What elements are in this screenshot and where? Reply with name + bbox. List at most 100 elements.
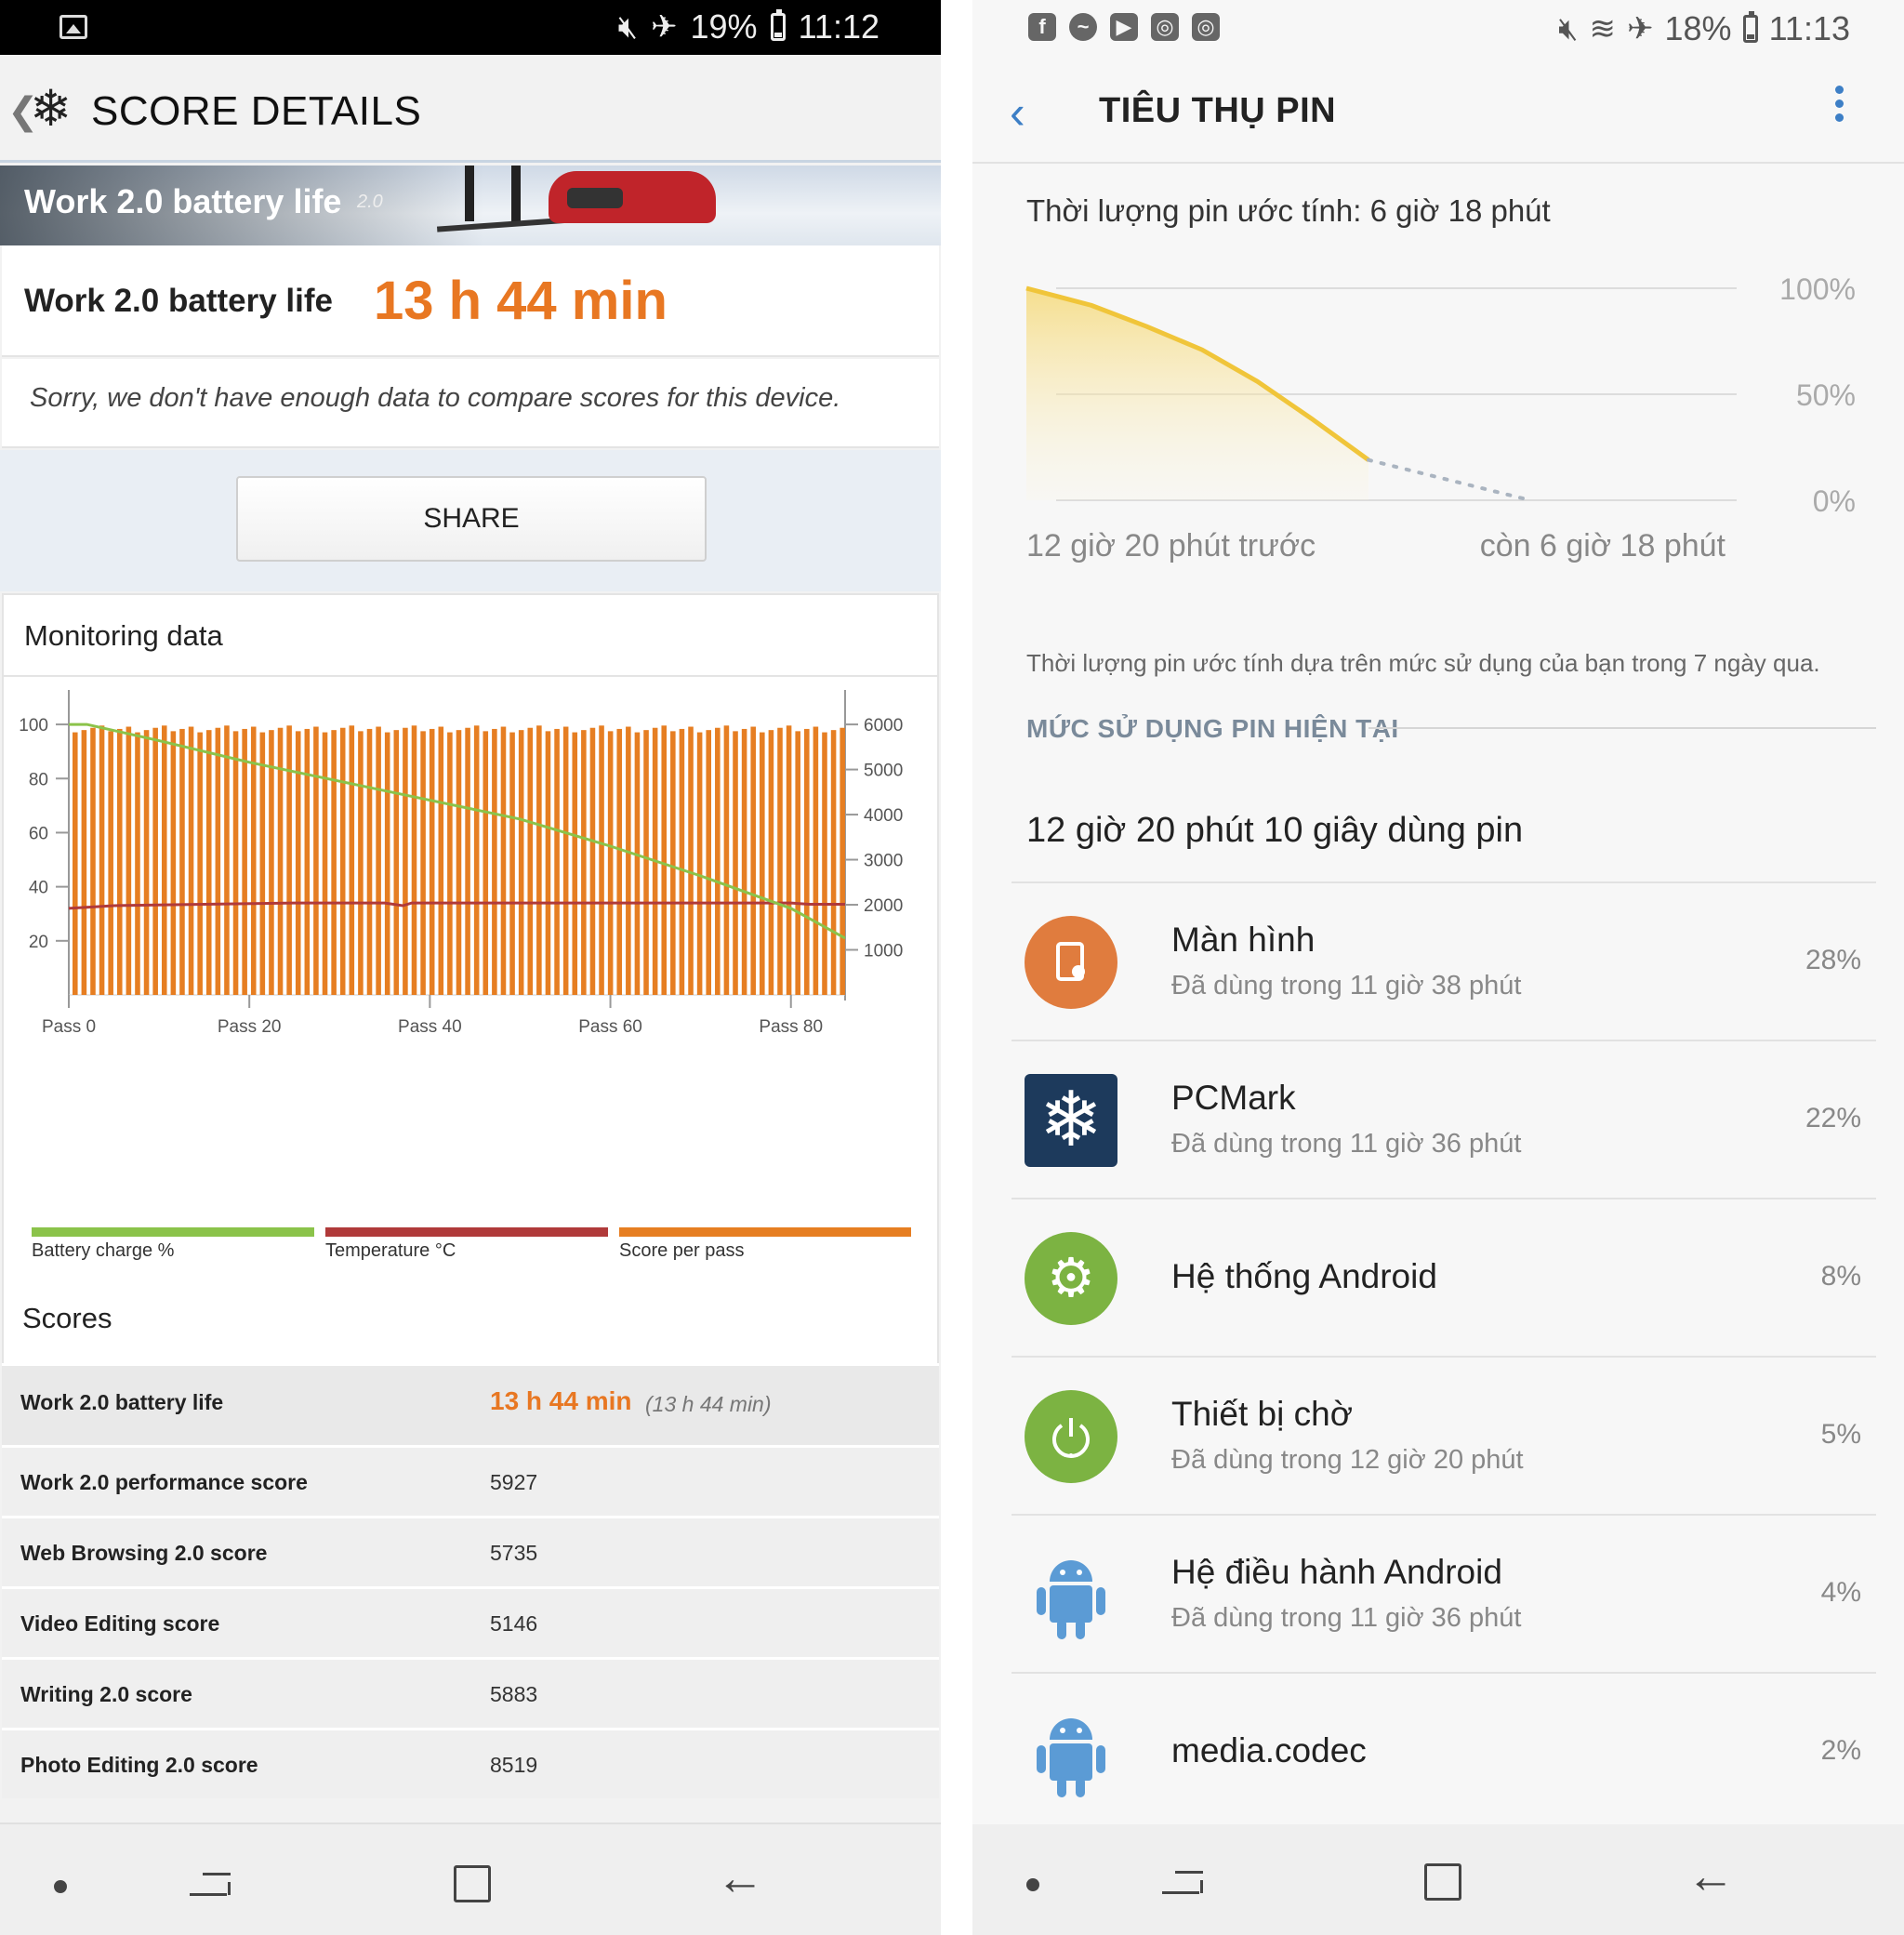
list-item-screen[interactable]: Màn hình Đã dùng trong 11 giờ 38 phút 28… <box>1012 883 1876 1041</box>
y-right-tick-label: 1000 <box>864 942 903 961</box>
page-title: SCORE DETAILS <box>91 88 422 134</box>
score-bar <box>822 732 827 995</box>
table-row: Video Editing score 5146 <box>2 1586 939 1657</box>
result-value: 13 h 44 min <box>374 271 668 331</box>
app-bar: ❮ ❄ SCORE DETAILS <box>0 55 941 163</box>
score-bar <box>616 728 623 995</box>
y-right-tick-label: 3000 <box>864 852 903 871</box>
legend-battery-swatch <box>32 1227 314 1237</box>
score-bar <box>188 726 194 995</box>
score-bar <box>339 727 346 995</box>
legend-score-swatch <box>619 1227 911 1237</box>
score-name: Work 2.0 performance score <box>20 1470 308 1494</box>
app-name: PCMark <box>1171 1079 1296 1117</box>
score-bar <box>634 732 641 995</box>
score-bar <box>733 731 738 995</box>
score-name: Writing 2.0 score <box>20 1682 192 1706</box>
y-right-tick-label: 2000 <box>864 896 903 916</box>
pcmark-icon: ❄ <box>1025 1074 1117 1167</box>
section-divider <box>1368 727 1876 729</box>
app-name: Hệ thống Android <box>1171 1257 1437 1295</box>
score-name: Photo Editing 2.0 score <box>20 1753 258 1777</box>
score-bar <box>741 728 747 995</box>
battery-icon <box>1742 11 1758 43</box>
back-chevron-icon[interactable]: ‹ <box>1010 86 1025 139</box>
score-bar <box>313 726 319 995</box>
y-right-tick-label: 4000 <box>864 806 903 826</box>
compare-message-text: Sorry, we don't have enough data to comp… <box>30 383 841 413</box>
gear-icon: ⚙ <box>1025 1232 1117 1325</box>
score-bar <box>786 725 792 995</box>
list-item-media-codec[interactable]: media.codec 2% <box>1012 1674 1876 1832</box>
home-icon[interactable] <box>1424 1863 1461 1901</box>
app-name: Hệ điều hành Android <box>1171 1553 1502 1591</box>
score-bar <box>99 725 105 995</box>
score-bar <box>643 730 649 995</box>
x-tick-label: Pass 40 <box>398 1017 462 1037</box>
score-bar <box>81 730 87 995</box>
score-bar <box>438 726 444 995</box>
score-bar <box>581 730 587 995</box>
score-bar <box>170 731 177 995</box>
result-card: Work 2.0 battery life 13 h 44 min <box>2 245 939 357</box>
score-bar <box>473 725 480 995</box>
more-options-icon[interactable] <box>1835 86 1846 127</box>
banner-sled-image <box>549 171 716 223</box>
share-button[interactable]: SHARE <box>236 476 707 562</box>
compare-message: Sorry, we don't have enough data to comp… <box>2 359 939 448</box>
back-arrow-icon[interactable]: ← <box>716 1850 764 1906</box>
score-name: Work 2.0 battery life <box>20 1390 224 1414</box>
score-bar <box>143 730 150 995</box>
score-value: 13 h 44 min <box>490 1386 632 1415</box>
app-bar: ‹ TIÊU THỤ PIN <box>972 58 1904 164</box>
nav-dot-icon[interactable] <box>1026 1878 1039 1891</box>
nav-bar: ← <box>972 1824 1904 1935</box>
battery-percent: 19% <box>690 7 758 46</box>
x-tick-label: Pass 80 <box>759 1017 823 1037</box>
monitoring-chart: 20 40 60 80 100 1000 2000 3000 4000 5000 6000 Pass … <box>19 690 903 1037</box>
screenshot-divider <box>941 0 972 1935</box>
wifi-icon: ≋ <box>1589 11 1617 46</box>
score-bar <box>830 730 837 995</box>
score-bar <box>73 732 78 995</box>
list-item-android-system[interactable]: ⚙ Hệ thống Android 8% <box>1012 1199 1876 1358</box>
gallery-notification-icon <box>60 15 87 39</box>
score-bar <box>197 732 203 995</box>
android-icon <box>1025 1548 1117 1641</box>
monitoring-title: Monitoring data <box>24 619 223 652</box>
score-extra: (13 h 44 min) <box>645 1392 772 1416</box>
score-bar <box>376 726 381 995</box>
score-bar <box>715 727 721 995</box>
battery-estimate: Thời lượng pin ước tính: 6 giờ 18 phút <box>1026 193 1551 228</box>
legend-score: Score per pass <box>619 1227 911 1270</box>
page-title: TIÊU THỤ PIN <box>1099 91 1337 130</box>
nav-dot-icon[interactable] <box>54 1880 67 1893</box>
y-right-tick-label: 5000 <box>864 762 903 781</box>
score-bar <box>760 732 765 995</box>
back-arrow-icon[interactable]: ← <box>1686 1849 1735 1904</box>
recent-apps-icon[interactable] <box>1162 1863 1203 1904</box>
list-item-device-idle[interactable]: Thiết bị chờ Đã dùng trong 12 giờ 20 phú… <box>1012 1358 1876 1516</box>
nav-bar: ← <box>0 1822 941 1935</box>
list-item-android-os[interactable]: Hệ điều hành Android Đã dùng trong 11 gi… <box>1012 1516 1876 1674</box>
scores-table: Work 2.0 battery life 13 h 44 min (13 h … <box>2 1363 939 1798</box>
home-icon[interactable] <box>454 1865 491 1902</box>
score-bar <box>152 727 158 995</box>
score-bar <box>259 732 266 995</box>
recent-apps-icon[interactable] <box>190 1865 231 1906</box>
score-bar <box>599 725 604 995</box>
legend-temperature-label: Temperature °C <box>325 1240 456 1261</box>
score-bar <box>215 727 221 995</box>
mute-icon: 🔇︎ <box>1558 10 1579 46</box>
app-name: Màn hình <box>1171 921 1316 959</box>
score-value: 5883 <box>490 1682 538 1706</box>
app-percent: 8% <box>1820 1261 1861 1292</box>
status-bar: 🔇︎ ✈ 19% 11:12 <box>0 0 941 55</box>
list-item-pcmark[interactable]: ❄ PCMark Đã dùng trong 11 giờ 36 phút 22… <box>1012 1041 1876 1199</box>
score-bar <box>358 731 364 995</box>
right-phone-screen: f ~ ▶ ◎ ◎ 🔇︎ ≋ ✈ 18% 11:13 ‹ TIÊU THỤ PI… <box>972 0 1904 1935</box>
table-row: Web Browsing 2.0 score 5735 <box>2 1516 939 1586</box>
score-bar <box>607 731 614 995</box>
score-bar <box>250 726 257 995</box>
y-left-tick-label: 100 <box>19 716 48 736</box>
